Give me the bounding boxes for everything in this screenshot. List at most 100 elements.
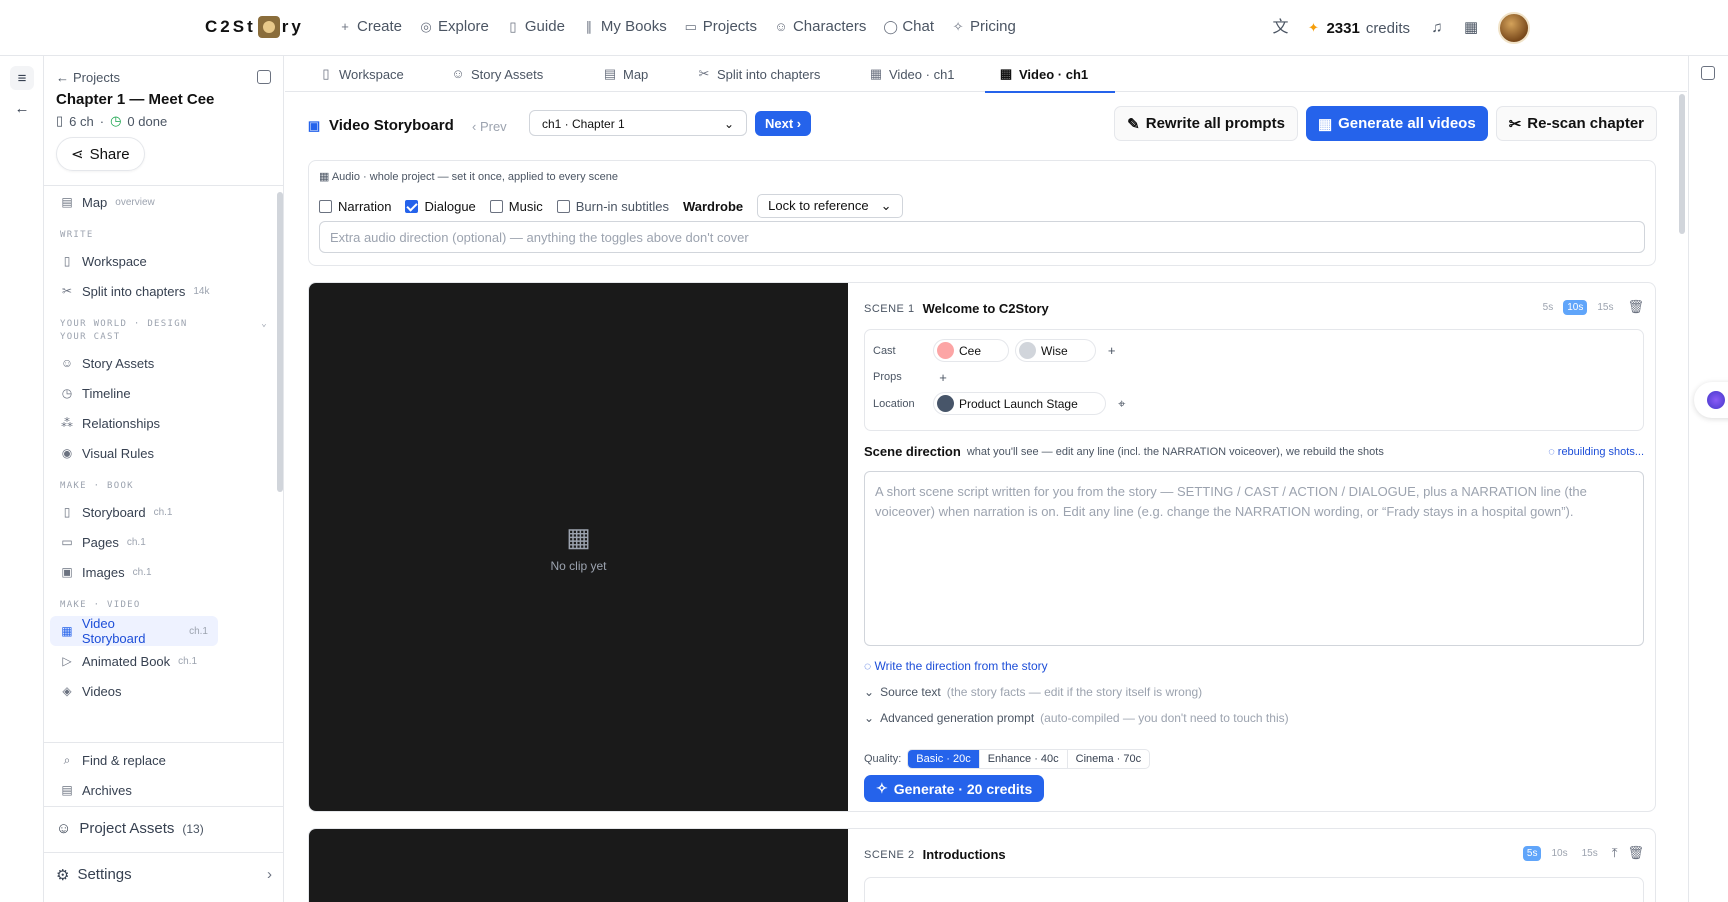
dialogue-checkbox[interactable]: Dialogue: [405, 199, 476, 214]
sidebar-item-story-assets[interactable]: ☺ Story Assets: [44, 348, 284, 378]
quality-cinema[interactable]: Cinema · 70c: [1066, 750, 1149, 768]
logo[interactable]: C2St ry: [205, 16, 304, 38]
cast-chip-cee[interactable]: Cee: [933, 339, 1010, 362]
rescan-chapter-button[interactable]: ✂ Re-scan chapter: [1495, 106, 1657, 141]
tab-video-ch1-a[interactable]: ▦ Video · ch1: [855, 56, 985, 92]
scene-2-video-preview[interactable]: [309, 829, 848, 902]
nav-chat[interactable]: ◯ Chat: [883, 18, 934, 35]
rewrite-prompts-button[interactable]: ✎ Rewrite all prompts: [1114, 106, 1298, 141]
narration-checkbox[interactable]: Narration: [319, 199, 391, 214]
advanced-prompt-toggle[interactable]: ⌄ Advanced generation prompt (auto-compile…: [864, 711, 1289, 725]
nav-my-books[interactable]: ∥ My Books: [582, 18, 667, 35]
translate-icon[interactable]: 文: [1272, 20, 1288, 36]
rescan-label: Re-scan chapter: [1527, 115, 1644, 132]
nav-explore[interactable]: ◎ Explore: [419, 18, 489, 35]
scene-direction-textarea[interactable]: A short scene script written for you fro…: [864, 471, 1644, 646]
scene-1-video-preview[interactable]: ▦ No clip yet: [309, 283, 848, 811]
apps-grid-icon[interactable]: ▦: [1464, 20, 1478, 35]
subtitles-checkbox[interactable]: Burn-in subtitles: [556, 199, 669, 214]
share-button[interactable]: ⋖ Share: [56, 137, 145, 171]
sidebar-collapse-icon[interactable]: [257, 70, 271, 84]
assistant-launcher[interactable]: [1694, 382, 1728, 418]
tab-story-assets[interactable]: ☺ Story Assets: [437, 56, 589, 92]
settings-button[interactable]: ⚙ Settings ›: [44, 852, 284, 896]
duration-10s[interactable]: 10s: [1563, 299, 1588, 315]
logo-text-left: C2St: [205, 17, 256, 36]
sidebar-item-storyboard[interactable]: ▯ Storyboard ch.1: [44, 497, 284, 527]
nav-projects[interactable]: ▭ Projects: [684, 18, 757, 35]
duration-5s[interactable]: 5s: [1522, 845, 1542, 861]
right-panel: [1688, 56, 1728, 902]
section-video[interactable]: MAKE · VIDEO: [44, 587, 284, 616]
user-avatar[interactable]: [1498, 12, 1530, 44]
prev-button[interactable]: ‹ Prev: [472, 119, 507, 134]
sidebar-item-map[interactable]: ▤ Map overview: [44, 187, 284, 217]
cast-chip-wise[interactable]: Wise: [1015, 339, 1096, 362]
move-up-icon[interactable]: ⤒: [1612, 845, 1618, 861]
generate-all-videos-button[interactable]: ▦ Generate all videos: [1305, 106, 1488, 141]
nav-pricing[interactable]: ✧ Pricing: [951, 18, 1016, 35]
duration-15s[interactable]: 15s: [1578, 846, 1602, 861]
credits-display[interactable]: ✦ 2331 credits: [1306, 20, 1410, 37]
pages-label: Pages: [82, 534, 119, 550]
nav-characters[interactable]: ☺ Characters: [774, 18, 866, 35]
sidebar-item-videos[interactable]: ◈ Videos: [44, 676, 284, 706]
duration-5s[interactable]: 5s: [1539, 300, 1558, 315]
sidebar-item-visual-rules[interactable]: ◉ Visual Rules: [44, 438, 284, 468]
wardrobe-select[interactable]: Lock to reference ⌄: [757, 194, 903, 218]
nav-guide[interactable]: ▯ Guide: [506, 18, 565, 35]
back-arrow-icon[interactable]: ←: [10, 96, 34, 120]
sidebar-list: ▤ Map overview WRITE ▯ Workspace ✂ Split int…: [44, 187, 284, 742]
quality-selector: Quality: Basic · 20c Enhance · 40c Cinem…: [864, 749, 1151, 769]
section-world[interactable]: YOUR WORLD · DESIGN YOUR CAST ⌄: [44, 306, 284, 348]
main-scrollbar[interactable]: [1677, 92, 1687, 902]
chevron-down-icon: ⌄: [261, 319, 268, 329]
bell-icon[interactable]: ♫: [1430, 20, 1444, 35]
quality-basic[interactable]: Basic · 20c: [908, 750, 979, 768]
videos-label: Videos: [82, 683, 122, 699]
section-write[interactable]: WRITE: [44, 217, 284, 246]
source-text-toggle[interactable]: ⌄ Source text (the story facts — edit if t…: [864, 685, 1202, 699]
tab-video-ch1-b[interactable]: ▦ Video · ch1: [985, 56, 1115, 93]
tab-split-chapters[interactable]: ✂ Split into chapters: [683, 56, 855, 92]
map-pin-icon[interactable]: ⌖: [1112, 394, 1132, 414]
add-prop-button[interactable]: +: [933, 367, 953, 387]
scene-1-label: SCENE 1: [864, 302, 915, 315]
audio-direction-input[interactable]: Extra audio direction (optional) — anyth…: [319, 221, 1645, 253]
breadcrumb[interactable]: ← Projects: [56, 70, 271, 85]
section-book[interactable]: MAKE · BOOK: [44, 468, 284, 497]
trash-icon[interactable]: 🗑: [1627, 845, 1644, 861]
location-chip[interactable]: Product Launch Stage: [933, 392, 1106, 415]
panel-toggle-icon[interactable]: [1701, 66, 1715, 80]
sidebar-item-images[interactable]: ▣ Images ch.1: [44, 557, 284, 587]
sidebar-item-split-chapters[interactable]: ✂ Split into chapters 14k: [44, 276, 284, 306]
sidebar-item-relationships[interactable]: ⁂ Relationships: [44, 408, 284, 438]
duration-15s[interactable]: 15s: [1593, 300, 1617, 315]
quality-enhance[interactable]: Enhance · 40c: [978, 750, 1067, 768]
next-button[interactable]: Next ›: [755, 111, 812, 136]
sidebar-item-video-storyboard[interactable]: ▦ Video Storyboard ch.1: [50, 616, 218, 646]
project-assets-button[interactable]: ☺ Project Assets (13): [44, 806, 284, 850]
sidebar-item-find-replace[interactable]: ⌕ Find & replace: [44, 745, 284, 775]
menu-icon[interactable]: ≡: [10, 66, 34, 90]
sidebar-item-archives[interactable]: ▤ Archives: [44, 775, 284, 805]
page-title: ▣ Video Storyboard: [307, 117, 454, 134]
music-checkbox[interactable]: Music: [489, 199, 543, 214]
tab-workspace[interactable]: ▯ Workspace: [305, 56, 437, 92]
duration-10s[interactable]: 10s: [1547, 846, 1571, 861]
nav-explore-label: Explore: [438, 18, 489, 35]
generate-scene-button[interactable]: ✧ Generate · 20 credits: [864, 775, 1045, 802]
write-direction-link[interactable]: ◌ Write the direction from the story: [864, 659, 1048, 673]
tab-map[interactable]: ▤ Map: [589, 56, 683, 92]
sidebar-item-timeline[interactable]: ◷ Timeline: [44, 378, 284, 408]
storyboard-toolbar: ▣ Video Storyboard ‹ Prev ch1 · Chapter 1…: [307, 106, 1657, 144]
nav-create[interactable]: + Create: [338, 18, 402, 35]
sidebar-item-pages[interactable]: ▭ Pages ch.1: [44, 527, 284, 557]
chapter-select[interactable]: ch1 · Chapter 1 ⌄: [529, 110, 747, 136]
sidebar-item-animated-book[interactable]: ▷ Animated Book ch.1: [44, 646, 284, 676]
add-cast-button[interactable]: +: [1102, 341, 1122, 361]
project-assets-label: Project Assets: [79, 820, 175, 837]
sidebar-item-workspace[interactable]: ▯ Workspace: [44, 246, 284, 276]
main-scrollbar-thumb[interactable]: [1679, 94, 1685, 234]
trash-icon[interactable]: 🗑: [1627, 299, 1644, 315]
